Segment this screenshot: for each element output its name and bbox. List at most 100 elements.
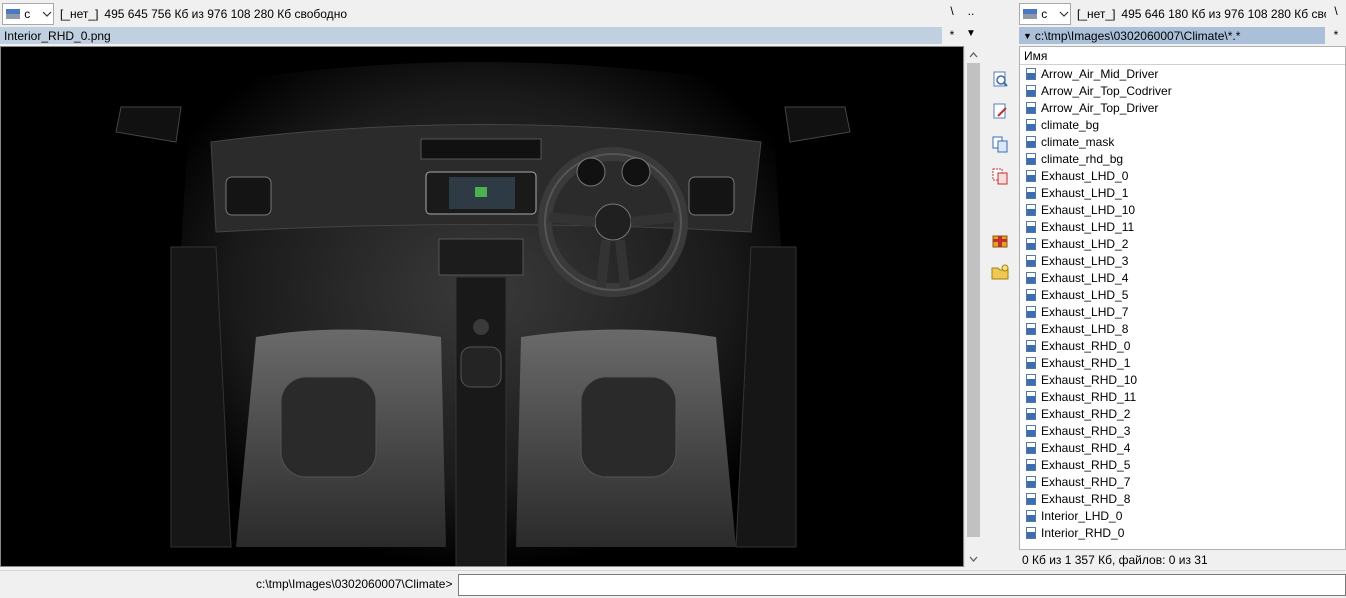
file-name: Exhaust_LHD_3 [1041, 253, 1129, 268]
file-name: Exhaust_LHD_7 [1041, 304, 1129, 319]
list-item[interactable]: Exhaust_LHD_4 [1020, 269, 1345, 286]
status-bar: 0 Кб из 1 357 Кб, файлов: 0 из 31 [1019, 550, 1346, 570]
image-file-icon [1026, 135, 1036, 148]
car-interior-image [1, 47, 963, 566]
file-name: Exhaust_LHD_11 [1041, 219, 1135, 234]
file-name: Exhaust_RHD_5 [1041, 457, 1131, 472]
right-drive-letter: c [1041, 6, 1048, 21]
image-file-icon [1026, 322, 1036, 335]
list-item[interactable]: Exhaust_LHD_8 [1020, 320, 1345, 337]
image-viewer[interactable] [0, 46, 964, 567]
path-dropdown-icon[interactable]: ▼ [1023, 31, 1032, 41]
view-file-icon[interactable] [990, 70, 1010, 90]
list-item[interactable]: Interior_LHD_0 [1020, 507, 1345, 524]
image-file-icon [1026, 169, 1036, 182]
image-file-icon [1026, 84, 1036, 97]
list-item[interactable]: Exhaust_LHD_1 [1020, 184, 1345, 201]
list-item[interactable]: Exhaust_LHD_3 [1020, 252, 1345, 269]
image-file-icon [1026, 373, 1036, 386]
image-file-icon [1026, 220, 1036, 233]
list-item[interactable]: Exhaust_RHD_4 [1020, 439, 1345, 456]
scroll-down-arrow-icon[interactable] [965, 550, 982, 567]
image-file-icon [1026, 339, 1036, 352]
right-path-bar[interactable]: ▼ c:\tmp\Images\0302060007\Climate\*.* [1019, 27, 1325, 44]
list-item[interactable]: Arrow_Air_Mid_Driver [1020, 65, 1345, 82]
new-folder-icon[interactable] [990, 262, 1010, 282]
list-item[interactable]: climate_rhd_bg [1020, 150, 1345, 167]
right-drive-select[interactable]: c [1019, 2, 1071, 25]
image-file-icon [1026, 271, 1036, 284]
scroll-up-arrow-icon[interactable] [965, 46, 982, 63]
drive-icon [1022, 8, 1037, 20]
file-name: Arrow_Air_Top_Codriver [1041, 83, 1172, 98]
left-root-button[interactable]: \ [942, 4, 962, 18]
command-prompt: c:\tmp\Images\0302060007\Climate> [256, 577, 453, 591]
file-name: Exhaust_RHD_4 [1041, 440, 1131, 455]
column-header-name[interactable]: Имя [1020, 47, 1345, 65]
file-name: climate_bg [1041, 117, 1100, 132]
image-file-icon [1026, 186, 1036, 199]
right-drive-label: [_нет_] [1077, 6, 1116, 21]
list-item[interactable]: climate_bg [1020, 116, 1345, 133]
list-item[interactable]: Exhaust_RHD_1 [1020, 354, 1345, 371]
image-file-icon [1026, 101, 1036, 114]
column-header-label: Имя [1024, 48, 1048, 63]
file-name: Exhaust_RHD_1 [1041, 355, 1131, 370]
left-free-space: 495 645 756 Кб из 976 108 280 Кб свободн… [104, 6, 347, 21]
file-name: Arrow_Air_Top_Driver [1041, 100, 1159, 115]
list-item[interactable]: Exhaust_RHD_8 [1020, 490, 1345, 507]
list-item[interactable]: Exhaust_RHD_7 [1020, 473, 1345, 490]
command-input[interactable] [458, 574, 1346, 596]
list-item[interactable]: Exhaust_RHD_10 [1020, 371, 1345, 388]
copy-file-icon[interactable] [990, 134, 1010, 154]
status-text: 0 Кб из 1 357 Кб, файлов: 0 из 31 [1022, 553, 1208, 567]
list-item[interactable]: Exhaust_LHD_2 [1020, 235, 1345, 252]
left-up-button[interactable]: .. [961, 4, 981, 18]
left-tab-title-text: Interior_RHD_0.png [4, 28, 111, 43]
file-name: Exhaust_LHD_1 [1041, 185, 1129, 200]
list-item[interactable]: Exhaust_LHD_10 [1020, 201, 1345, 218]
move-file-icon[interactable] [990, 166, 1010, 186]
file-name: Exhaust_RHD_8 [1041, 491, 1131, 506]
list-item[interactable]: Interior_RHD_0 [1020, 524, 1345, 541]
list-item[interactable]: Exhaust_LHD_0 [1020, 167, 1345, 184]
list-item[interactable]: Exhaust_LHD_7 [1020, 303, 1345, 320]
left-drive-bar: c [_нет_] 495 645 756 Кб из 976 108 280 … [0, 0, 942, 27]
chevron-down-icon [42, 8, 53, 20]
list-item[interactable]: climate_mask [1020, 133, 1345, 150]
file-name: Exhaust_RHD_2 [1041, 406, 1131, 421]
image-file-icon [1026, 152, 1036, 165]
image-file-icon [1026, 237, 1036, 250]
file-name: climate_mask [1041, 134, 1115, 149]
left-drive-select[interactable]: c [2, 2, 54, 25]
list-item[interactable]: Arrow_Air_Top_Driver [1020, 99, 1345, 116]
file-name: Exhaust_RHD_3 [1041, 423, 1131, 438]
list-item[interactable]: Exhaust_RHD_0 [1020, 337, 1345, 354]
list-item[interactable]: Exhaust_RHD_11 [1020, 388, 1345, 405]
list-item[interactable]: Exhaust_RHD_5 [1020, 456, 1345, 473]
viewer-scrollbar[interactable] [964, 46, 981, 567]
list-item[interactable]: Exhaust_LHD_11 [1020, 218, 1345, 235]
left-drive-letter: c [24, 6, 31, 21]
scrollbar-thumb[interactable] [967, 63, 980, 537]
edit-file-icon[interactable] [990, 102, 1010, 122]
left-dropdown-button[interactable]: ▼ [963, 28, 979, 39]
file-list-panel[interactable]: Имя Arrow_Air_Mid_Driver Arrow_Air_Top_Co… [1019, 46, 1346, 550]
list-item[interactable]: Exhaust_RHD_3 [1020, 422, 1345, 439]
right-star-button[interactable]: * [1328, 28, 1344, 42]
list-item[interactable]: Exhaust_LHD_5 [1020, 286, 1345, 303]
list-item[interactable]: Arrow_Air_Top_Codriver [1020, 82, 1345, 99]
file-name: Arrow_Air_Mid_Driver [1041, 66, 1159, 81]
left-tab-title[interactable]: Interior_RHD_0.png [0, 27, 942, 44]
list-item[interactable]: Exhaust_RHD_2 [1020, 405, 1345, 422]
drive-icon [5, 8, 20, 20]
image-file-icon [1026, 254, 1036, 267]
image-file-icon [1026, 67, 1036, 80]
file-name: Exhaust_RHD_7 [1041, 474, 1131, 489]
left-star-button[interactable]: * [944, 28, 960, 42]
file-name: Interior_RHD_0 [1041, 525, 1125, 540]
file-name: Exhaust_LHD_10 [1041, 202, 1136, 217]
pack-icon[interactable] [990, 230, 1010, 250]
right-root-button[interactable]: \ [1326, 4, 1346, 18]
image-file-icon [1026, 390, 1036, 403]
